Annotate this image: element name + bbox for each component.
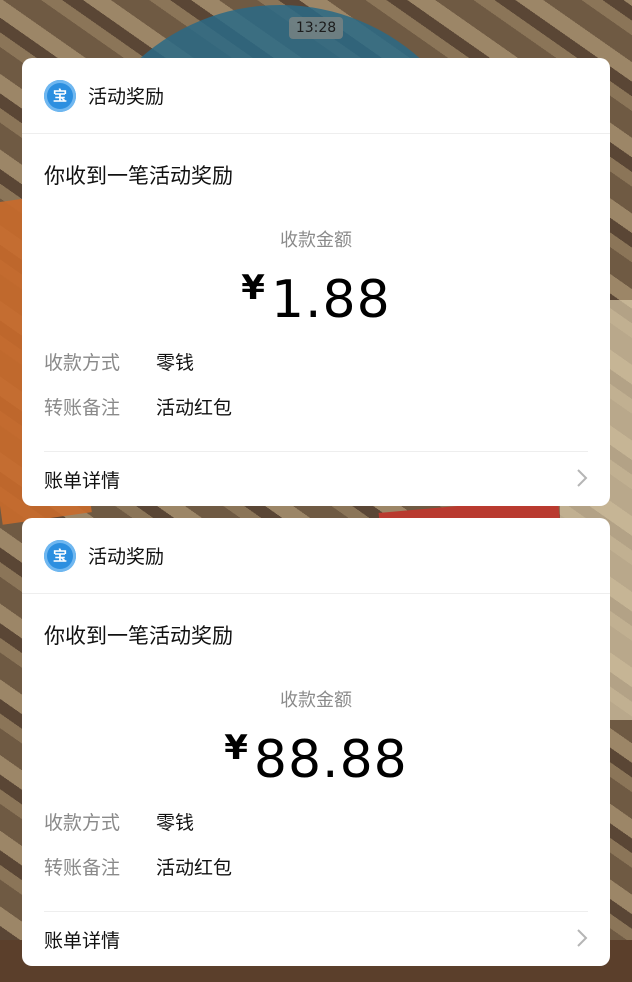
transfer-note-row: 转账备注 活动红包 [44, 393, 232, 420]
divider [44, 451, 588, 452]
amount-display: ¥1.88 [22, 268, 610, 330]
amount-display: ¥88.88 [22, 728, 610, 790]
currency-symbol: ¥ [224, 728, 248, 768]
card-header: 宝 活动奖励 [22, 58, 610, 134]
payment-method-value: 零钱 [156, 352, 195, 374]
payment-method-label: 收款方式 [44, 352, 121, 374]
amount-value: 88.88 [253, 730, 408, 790]
card-header: 宝 活动奖励 [22, 518, 610, 594]
chevron-right-icon[interactable] [576, 928, 588, 954]
logo-glyph: 宝 [53, 88, 67, 105]
notification-subtitle: 你收到一笔活动奖励 [44, 624, 233, 648]
chevron-right-icon[interactable] [576, 468, 588, 494]
amount-value: 1.88 [270, 270, 391, 330]
bill-details-link[interactable]: 账单详情 [44, 926, 120, 953]
amount-label: 收款金额 [280, 690, 352, 711]
wallet-logo-icon: 宝 [44, 539, 76, 572]
logo-glyph: 宝 [53, 548, 67, 565]
time-stamp: 13:28 [289, 17, 343, 39]
payment-method-row: 收款方式 零钱 [44, 808, 194, 835]
transfer-note-value: 活动红包 [156, 857, 233, 879]
divider [44, 911, 588, 912]
payment-notification-card[interactable]: 宝 活动奖励 你收到一笔活动奖励 收款金额 ¥88.88 收款方式 零钱 转账备… [22, 518, 610, 966]
currency-symbol: ¥ [241, 268, 265, 308]
app-name: 活动奖励 [88, 546, 165, 568]
transfer-note-row: 转账备注 活动红包 [44, 853, 232, 880]
wallet-logo-icon: 宝 [44, 79, 76, 112]
app-name: 活动奖励 [88, 86, 165, 108]
payment-method-label: 收款方式 [44, 812, 121, 834]
payment-method-row: 收款方式 零钱 [44, 348, 194, 375]
transfer-note-label: 转账备注 [44, 857, 121, 879]
amount-label: 收款金额 [280, 230, 352, 251]
notification-subtitle: 你收到一笔活动奖励 [44, 164, 233, 188]
transfer-note-value: 活动红包 [156, 397, 233, 419]
transfer-note-label: 转账备注 [44, 397, 121, 419]
payment-method-value: 零钱 [156, 812, 195, 834]
bill-details-link[interactable]: 账单详情 [44, 466, 120, 493]
payment-notification-card[interactable]: 宝 活动奖励 你收到一笔活动奖励 收款金额 ¥1.88 收款方式 零钱 转账备注… [22, 58, 610, 506]
